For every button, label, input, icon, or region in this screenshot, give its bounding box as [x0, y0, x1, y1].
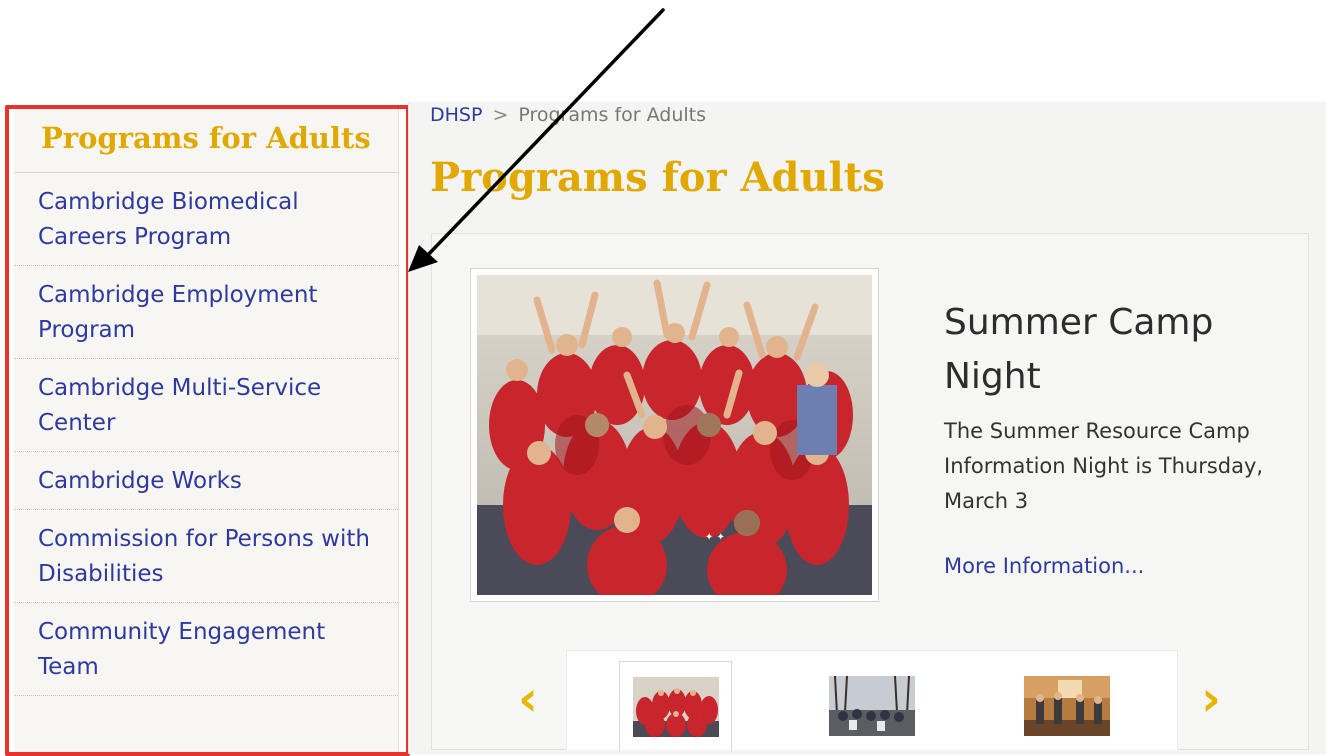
more-information-link[interactable]: More Information... — [944, 551, 1144, 581]
feature-title: Summer Camp Night — [944, 302, 1214, 397]
breadcrumb-separator: > — [492, 104, 509, 126]
sidebar-item-label[interactable]: Cambridge Multi-Service Center — [38, 375, 321, 436]
sidebar-title: Programs for Adults — [14, 108, 398, 173]
feature-photo[interactable]: ✦ ✦ — [477, 275, 872, 595]
chevron-right-icon: › — [1201, 671, 1221, 727]
sidebar-item-employment-program[interactable]: Cambridge Employment Program — [14, 266, 398, 359]
main-content: DHSP > Programs for Adults Programs for Ad… — [408, 102, 1326, 754]
carousel-thumbnail[interactable] — [1010, 661, 1123, 751]
carousel-thumbnail-strip — [566, 650, 1178, 751]
chevron-left-icon: ‹ — [518, 671, 538, 727]
feature-description: The Summer Resource Camp Information Nig… — [944, 419, 1264, 513]
sidebar-item-label[interactable]: Commission for Persons with Disabilities — [38, 526, 370, 587]
sidebar-item-label[interactable]: Cambridge Biomedical Careers Program — [38, 189, 299, 250]
feature-photo-frame[interactable]: ✦ ✦ — [470, 268, 879, 602]
feature-slideshow: ✦ ✦ Summer Camp Night The Summer Resourc… — [431, 233, 1309, 751]
sidebar-item-label[interactable]: Community Engagement Team — [38, 619, 325, 680]
carousel-thumbnail[interactable] — [815, 661, 928, 751]
svg-text:✦ ✦: ✦ ✦ — [705, 532, 725, 543]
sidebar-item-multi-service-center[interactable]: Cambridge Multi-Service Center — [14, 359, 398, 452]
carousel-next-button[interactable]: › — [1193, 670, 1229, 728]
sidebar-item-label[interactable]: Cambridge Employment Program — [38, 282, 317, 343]
carousel-thumbnail[interactable] — [619, 661, 732, 751]
sidebar-list: Cambridge Biomedical Careers Program Cam… — [14, 173, 398, 696]
sidebar: Programs for Adults Cambridge Biomedical… — [14, 108, 399, 754]
carousel-prev-button[interactable]: ‹ — [510, 670, 546, 728]
breadcrumb: DHSP > Programs for Adults — [430, 102, 706, 128]
page-title: Programs for Adults — [430, 154, 885, 201]
breadcrumb-current: Programs for Adults — [518, 104, 707, 126]
breadcrumb-root-link[interactable]: DHSP — [430, 104, 482, 126]
sidebar-item-biomedical-careers[interactable]: Cambridge Biomedical Careers Program — [14, 173, 398, 266]
thumbnail-image[interactable] — [1023, 676, 1110, 736]
sidebar-item-community-engagement[interactable]: Community Engagement Team — [14, 603, 398, 696]
sidebar-item-cambridge-works[interactable]: Cambridge Works — [14, 452, 398, 510]
sidebar-item-label[interactable]: Cambridge Works — [38, 468, 242, 494]
thumbnail-image[interactable] — [828, 676, 915, 736]
sidebar-item-disabilities-commission[interactable]: Commission for Persons with Disabilities — [14, 510, 398, 603]
thumbnail-image[interactable] — [632, 676, 719, 737]
